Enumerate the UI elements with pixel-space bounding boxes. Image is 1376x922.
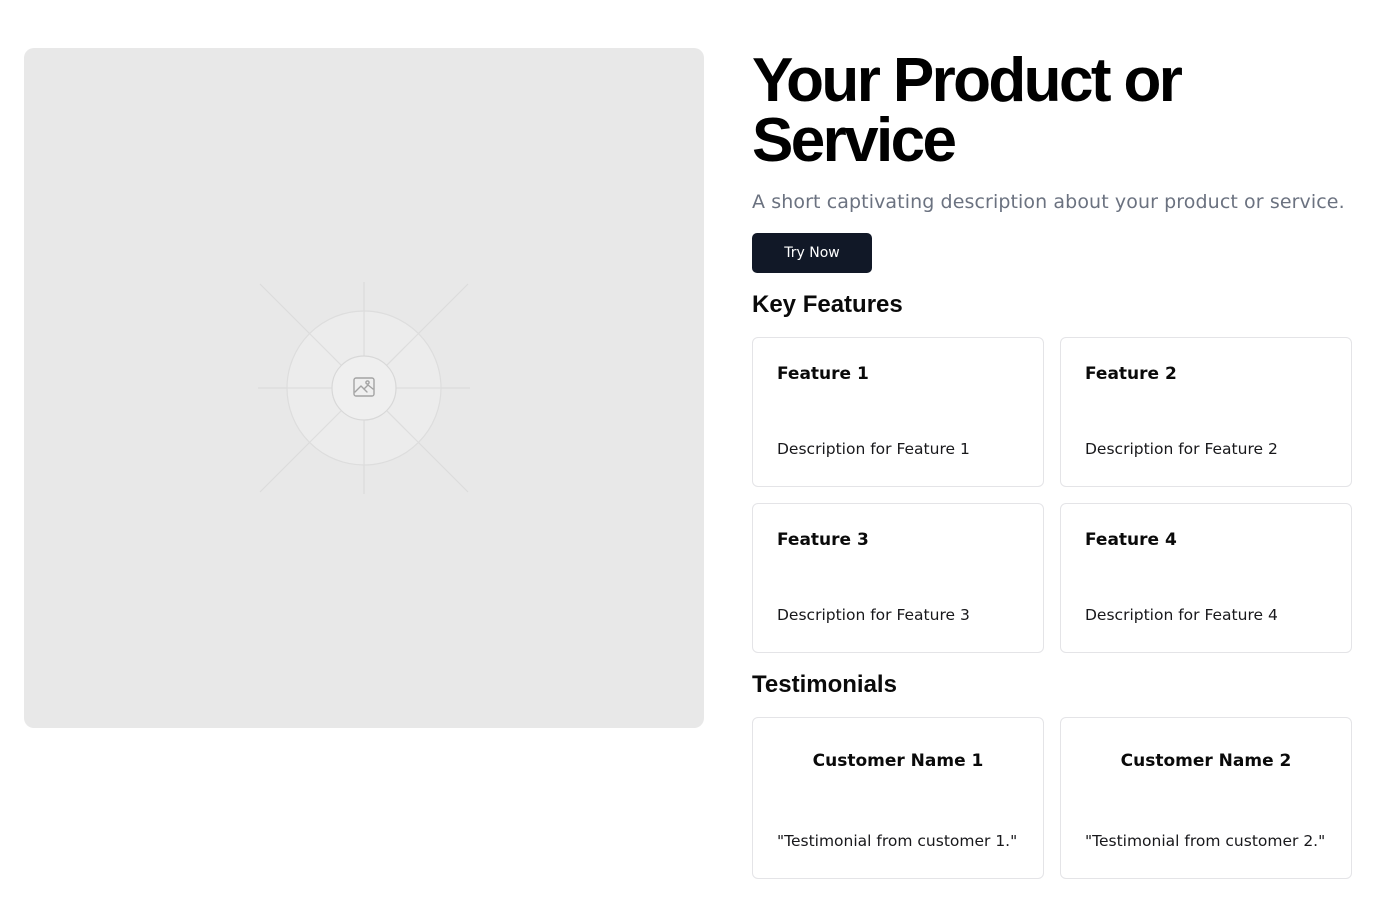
feature-card: Feature 1 Description for Feature 1 xyxy=(752,337,1044,487)
testimonial-quote: "Testimonial from customer 2." xyxy=(1085,832,1326,850)
feature-card: Feature 3 Description for Feature 3 xyxy=(752,503,1044,653)
try-now-button[interactable]: Try Now xyxy=(752,233,872,273)
feature-description: Description for Feature 3 xyxy=(777,606,970,624)
main-content: Your Product or Service A short captivat… xyxy=(752,48,1352,879)
page-subtitle: A short captivating description about yo… xyxy=(752,191,1345,213)
customer-name: Customer Name 2 xyxy=(1120,751,1292,771)
testimonial-quote: "Testimonial from customer 1." xyxy=(777,832,1018,850)
feature-card: Feature 2 Description for Feature 2 xyxy=(1060,337,1352,487)
feature-description: Description for Feature 2 xyxy=(1085,440,1278,458)
testimonial-card: Customer Name 1 "Testimonial from custom… xyxy=(752,717,1044,879)
feature-title: Feature 1 xyxy=(777,364,869,384)
page-title: Your Product or Service xyxy=(752,46,1183,175)
features-grid: Feature 1 Description for Feature 1 Feat… xyxy=(752,337,1352,653)
hero-image-placeholder xyxy=(24,48,704,728)
feature-description: Description for Feature 1 xyxy=(777,440,970,458)
feature-description: Description for Feature 4 xyxy=(1085,606,1278,624)
feature-title: Feature 3 xyxy=(777,530,869,550)
features-heading: Key Features xyxy=(752,291,903,318)
feature-title: Feature 4 xyxy=(1085,530,1177,550)
feature-card: Feature 4 Description for Feature 4 xyxy=(1060,503,1352,653)
testimonial-card: Customer Name 2 "Testimonial from custom… xyxy=(1060,717,1352,879)
image-placeholder-icon xyxy=(258,282,470,494)
feature-title: Feature 2 xyxy=(1085,364,1177,384)
customer-name: Customer Name 1 xyxy=(812,751,984,771)
testimonials-grid: Customer Name 1 "Testimonial from custom… xyxy=(752,717,1352,879)
testimonials-heading: Testimonials xyxy=(752,671,897,698)
